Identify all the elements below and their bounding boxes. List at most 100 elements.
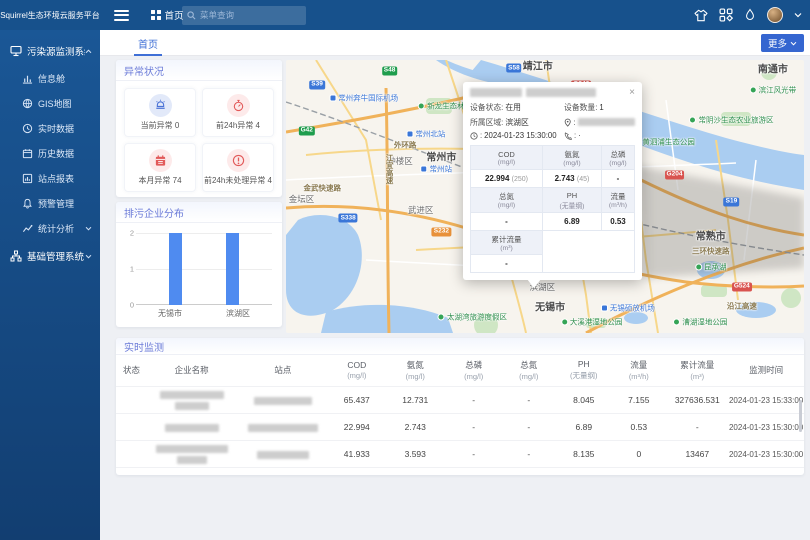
map-label-poi-b: 常州北站 [406,128,445,139]
sidebar-item-base-management-system[interactable]: 基础管理系统 [0,241,100,271]
phone-icon [564,132,572,140]
user-avatar[interactable] [767,7,783,23]
col-tn: 总氮(mg/l) [501,355,556,387]
map-label-poi-g: 昆承湖 [695,262,727,273]
transport-poi-icon [406,130,413,137]
col-cod: COD(mg/l) [329,355,384,387]
transport-poi-icon [601,305,608,312]
sitemap-icon [10,250,22,262]
map-label-poi-g: 新龙生态林 [418,101,465,112]
table-row-partial[interactable] [116,468,804,476]
map-label-roadname: 三环快速路 [692,246,730,257]
calendar-icon [22,148,33,159]
abnormal-status-panel: 异常状况 当前异常 0 前24h异常 4 本月异常 74 [116,60,282,197]
road-badge: S338 [339,214,358,223]
header-actions [694,0,802,30]
app-root: Squirrel生态环境云服务平台 首页 污染源监测系统 信息舱 [0,0,810,540]
sidebar-item-pollution-monitor-system[interactable]: 污染源监测系统 [0,36,100,66]
monitor-system-icon [10,45,22,57]
map-label-poi-b: 无锡硕放机场 [601,303,655,314]
status-card-unhandled[interactable]: 前24h未处理异常 4 [202,143,274,192]
col-tp: 总磷(mg/l) [446,355,501,387]
status-card-month[interactable]: 本月异常 74 [124,143,196,192]
clock-icon [470,132,478,140]
map-label-roadname-v: 江宜高速 [384,154,395,184]
sidebar-item-info-cabin[interactable]: 信息舱 [0,66,100,91]
search-icon [187,11,196,20]
device-status-value: 在用 [505,102,521,113]
scrollbar-thumb[interactable] [799,400,802,432]
search-input[interactable] [200,10,301,20]
warning-icon [227,149,250,172]
components-icon[interactable] [719,8,733,22]
popup-time: 2024-01-23 15:30:00 [484,131,556,140]
col-ph: PH(无量纲) [556,355,611,387]
tab-bar: 首页 更多 [100,30,810,56]
more-button[interactable]: 更多 [761,34,804,52]
theme-skin-icon[interactable] [694,9,708,22]
bar-chart-icon [22,73,33,84]
map-label-city: 南通市 [758,61,788,76]
table-row[interactable]: 65.437 12.731 - - 8.045 7.155 327636.531… [116,387,804,414]
chevron-up-icon [85,49,92,54]
line-chart-icon [22,223,33,234]
transport-poi-icon [420,166,427,173]
park-poi-icon [438,313,445,320]
app-logo: Squirrel生态环境云服务平台 [0,10,100,21]
map-label-roadname: 金武快速路 [304,183,342,194]
popup-phone: · [578,131,581,140]
calendar-icon [149,149,172,172]
device-count-value: 1 [599,103,603,112]
menu-toggle-icon[interactable] [114,7,129,23]
gis-map[interactable]: 靖江市南通市常州市无锡市常熟市张家港市金坛区武进区钟楼区滨湖区金武快速路三环快速… [286,60,804,333]
sidebar-item-history-data[interactable]: 历史数据 [0,141,100,166]
sidebar-item-gis-map[interactable]: GIS地图 [0,91,100,116]
device-info-popup: × 设备状态:在用 设备数量:1 所属区域:滨湖区 : : 2024-01-23… [463,82,642,280]
park-poi-icon [695,264,702,271]
sidebar-item-realtime-data[interactable]: 实时数据 [0,116,100,141]
bar-wuxi [169,233,182,305]
globe-icon [22,98,33,109]
x-axis-labels: 无锡市 滨湖区 [136,308,272,319]
enterprise-distribution-chart-panel: 排污企业分布 2 1 0 无锡市 滨湖区 [116,202,282,327]
park-poi-icon [689,117,696,124]
status-card-24h[interactable]: 前24h异常 4 [202,88,274,137]
sidebar-item-station-report[interactable]: 站点报表 [0,166,100,191]
y-tick: 2 [124,229,134,238]
panel-title: 实时监测 [116,338,804,355]
tab-home[interactable]: 首页 [138,30,158,56]
col-nh3n: 氨氮(mg/l) [384,355,446,387]
breadcrumb[interactable]: 首页 [151,8,184,22]
y-tick: 0 [124,301,134,310]
sidebar-item-statistics-analysis[interactable]: 统计分析 [0,216,100,241]
road-badge: S48 [382,66,398,75]
flame-icon[interactable] [744,8,756,22]
road-badge: S232 [432,227,451,236]
table-row[interactable]: 22.994 2.743 - - 6.89 0.53 - 2024-01-23 … [116,414,804,441]
bar-binhu [226,233,239,305]
map-label-district: 金坛区 [289,193,315,205]
map-label-roadname: 外环路 [394,139,417,150]
breadcrumb-home[interactable]: 首页 [165,8,184,22]
status-cards: 当前异常 0 前24h异常 4 本月异常 74 前24h未处理异常 4 [116,81,282,197]
map-label-poi-g: 太湖湾旅游度假区 [438,311,507,322]
park-poi-icon [418,103,425,110]
road-badge: S39 [309,80,325,89]
status-card-current[interactable]: 当前异常 0 [124,88,196,137]
location-pin-icon [564,118,571,127]
road-badge: S58 [506,64,522,73]
map-label-city: 靖江市 [523,60,553,73]
top-header: Squirrel生态环境云服务平台 首页 [0,0,810,30]
popup-metrics-table: COD(mg/l) 氨氮(mg/l) 总磷(mg/l) 22.994 (250)… [470,145,635,273]
panel-title: 排污企业分布 [116,202,282,223]
table-row[interactable]: 41.933 3.593 - - 8.135 0 13467 2024-01-2… [116,441,804,468]
menu-search[interactable] [182,6,306,25]
realtime-table: 状态 企业名称 站点 COD(mg/l) 氨氮(mg/l) 总磷(mg/l) 总… [116,355,804,475]
bell-icon [22,198,33,209]
user-menu-chevron-icon[interactable] [794,12,802,18]
map-label-district: 武进区 [408,204,434,216]
sidebar-item-alert-management[interactable]: 预警管理 [0,191,100,216]
col-station: 站点 [236,355,329,387]
realtime-monitor-panel: 实时监测 状态 企业名称 站点 COD(mg/l) 氨氮(mg/l) 总磷(mg… [116,338,804,475]
close-icon[interactable]: × [629,88,635,97]
